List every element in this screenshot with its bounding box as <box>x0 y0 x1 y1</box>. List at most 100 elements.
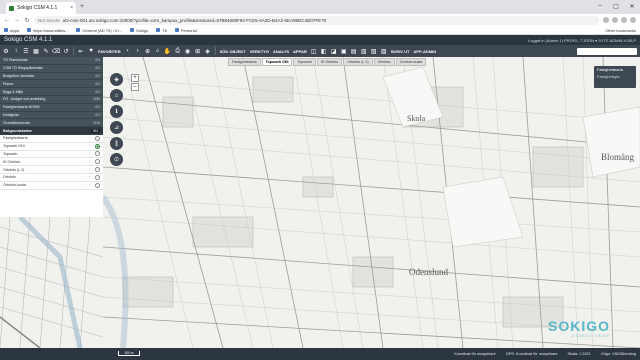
home-icon[interactable]: ⌂ <box>110 89 123 102</box>
tool-icon[interactable]: ▧ <box>371 48 377 55</box>
refresh-icon[interactable]: ↺ <box>63 48 69 55</box>
hand-icon[interactable]: ✋ <box>164 48 171 55</box>
map-canvas[interactable]: Skola Odenslund Blomäng <box>103 57 640 348</box>
grid-icon[interactable]: ▦ <box>33 48 39 55</box>
basemap-tab[interactable]: Topoweb <box>293 58 316 66</box>
basemap-option[interactable]: IK Orfofoto ⋯ <box>0 158 103 167</box>
tab-close-icon[interactable]: × <box>70 5 73 11</box>
layer-row[interactable]: Budgetfon demokta 0/1 <box>0 72 103 81</box>
measure-icon[interactable]: ⊿ <box>110 121 123 134</box>
layer-row[interactable]: Planer 0/1 <box>0 80 103 89</box>
security-indicator[interactable]: Not secure <box>38 18 60 23</box>
basemap-radio[interactable] <box>95 135 100 141</box>
new-tab-button[interactable]: + <box>80 3 84 10</box>
maximize-button[interactable]: ▢ <box>608 0 624 12</box>
move-icon[interactable]: ↕ <box>13 48 19 54</box>
basemap-radio[interactable] <box>95 174 100 180</box>
tool-icon[interactable]: ▣ <box>341 48 347 55</box>
tool-icon[interactable]: ▨ <box>381 48 387 55</box>
chevron-left-icon[interactable]: ‹ <box>125 48 131 54</box>
basemap-option[interactable]: Topoweb ⋯ <box>0 150 103 159</box>
layer-group-header[interactable]: Bakgrundskartor 0/1 <box>0 127 103 135</box>
road-icon[interactable]: ∥ <box>110 137 123 150</box>
basemap-tab[interactable]: Ortofoto-kusta <box>395 58 427 66</box>
more-icon[interactable]: ⋯ <box>87 160 91 164</box>
search-input[interactable] <box>577 47 637 55</box>
more-icon[interactable]: ⋯ <box>87 183 91 187</box>
minimize-button[interactable]: – <box>592 0 608 12</box>
basemap-tab[interactable]: IK Ortofoto <box>316 58 343 66</box>
zoom-out-button[interactable]: – <box>131 83 139 91</box>
favorites-menu[interactable]: FAVORITER <box>98 49 121 54</box>
basemap-radio[interactable] <box>95 151 100 157</box>
print-icon[interactable]: ⎙ <box>175 48 181 54</box>
menu-analysis[interactable]: ANALYS <box>273 49 289 54</box>
tool-icon[interactable]: ▥ <box>361 48 367 55</box>
chevron-right-icon[interactable]: › <box>135 48 141 54</box>
menu-tools[interactable]: VERKTYG <box>250 49 269 54</box>
layer-row[interactable]: Bygg & Miljö 0/1 <box>0 88 103 96</box>
basemap-option[interactable]: Topoweb GHI ⋯ <box>0 142 103 151</box>
tool-icon[interactable]: ◧ <box>321 48 327 55</box>
bookmark-item[interactable]: Sokigo <box>129 28 148 33</box>
basemap-option[interactable]: Ortofoto (L.2) ⋯ <box>0 166 103 174</box>
bookmark-item[interactable]: T8 <box>156 28 167 33</box>
basemap-option[interactable]: Ortofoto ⋯ <box>0 173 103 182</box>
tool-icon[interactable]: ◪ <box>331 48 337 55</box>
more-icon[interactable]: ⋯ <box>87 144 91 148</box>
collapse-icon[interactable]: ⇤ <box>78 48 84 55</box>
bookmark-apps[interactable]: Apps <box>4 28 19 33</box>
extension-icon[interactable] <box>612 17 618 23</box>
basemap-option[interactable]: Fastighetskarta ⋯ <box>0 134 103 143</box>
heart-icon[interactable]: ♥ <box>88 48 94 54</box>
menu-app-admin[interactable]: APP-ADMIN <box>413 49 436 54</box>
basemap-tab[interactable]: Ortofoto (L.2) <box>343 58 373 66</box>
star-icon[interactable] <box>603 17 609 23</box>
layers-icon[interactable]: ◈ <box>110 73 123 86</box>
more-icon[interactable]: ⋯ <box>87 136 91 140</box>
basemap-radio[interactable] <box>95 167 100 173</box>
basemap-tab[interactable]: Ortofoto <box>373 58 395 66</box>
menu-print[interactable]: SKRIV UT <box>391 49 410 54</box>
camera-icon[interactable]: ◉ <box>185 48 191 55</box>
pin-icon[interactable]: ⊙ <box>110 153 123 166</box>
back-arrow-icon[interactable]: ← <box>4 17 10 23</box>
browser-tab[interactable]: Sokigo CSM 4.1.1 × <box>6 2 76 14</box>
close-window-button[interactable]: ✕ <box>624 0 640 12</box>
other-bookmarks[interactable]: Other bookmarks <box>605 28 636 33</box>
layer-row[interactable]: Detaljplan 0/1 <box>0 111 103 120</box>
zoom-icon[interactable]: ⊕ <box>145 48 151 55</box>
layers-icon[interactable]: ◈ <box>205 48 211 55</box>
reload-icon[interactable]: ↻ <box>24 17 30 24</box>
tool-icon[interactable]: ▤ <box>351 48 357 55</box>
bookmark-item[interactable]: General (AD T5) / Ki... <box>76 28 122 33</box>
bookmark-item[interactable]: https://www.willkis... <box>27 28 68 33</box>
layer-row[interactable]: Översiktsinventa 0/16 <box>0 119 103 128</box>
more-icon[interactable]: ⋯ <box>87 152 91 156</box>
layer-row[interactable]: TÖ Planmosaik 0/0 <box>0 57 103 65</box>
basemap-tab[interactable]: Fastighetskarta <box>228 58 261 66</box>
layer-info-box[interactable]: Fastighetskarta Fastighetsyta <box>594 66 636 88</box>
zoom-in-button[interactable]: + <box>131 74 139 82</box>
basemap-radio[interactable] <box>95 182 100 188</box>
list-icon[interactable]: ☰ <box>23 48 29 55</box>
ruler-icon[interactable]: ⊞ <box>195 48 201 55</box>
basemap-tab-active[interactable]: Topoweb GHI <box>261 58 293 66</box>
basemap-option[interactable]: Ortofoto-kusta ⋯ <box>0 181 103 190</box>
bookmark-item[interactable]: Personal <box>174 28 197 33</box>
info-icon[interactable]: ℹ <box>110 105 123 118</box>
more-icon[interactable]: ⋯ <box>87 168 91 172</box>
user-info[interactable]: Loggat in (Admin 1) PROFIL: TJÖRN ▾ SYTE… <box>528 38 636 43</box>
home-icon[interactable]: ⌂ <box>155 48 161 54</box>
menu-apps[interactable]: APPAR <box>293 49 307 54</box>
url-field[interactable]: Not secure utv-csm-001.utv.sokigo.com:10… <box>34 15 599 25</box>
basemap-radio[interactable] <box>95 159 100 165</box>
eraser-icon[interactable]: ⌫ <box>52 48 60 55</box>
forward-arrow-icon[interactable]: → <box>14 17 20 23</box>
menu-search-objects[interactable]: SÖK OBJEKT <box>220 49 246 54</box>
more-icon[interactable]: ⋯ <box>87 175 91 179</box>
layer-row[interactable]: CSM TÖ Ringspårsmatis 0/1 <box>0 64 103 73</box>
map-canvas-left[interactable] <box>0 217 103 348</box>
pen-icon[interactable]: ✎ <box>43 48 49 55</box>
tool-icon[interactable]: ◫ <box>311 48 317 55</box>
